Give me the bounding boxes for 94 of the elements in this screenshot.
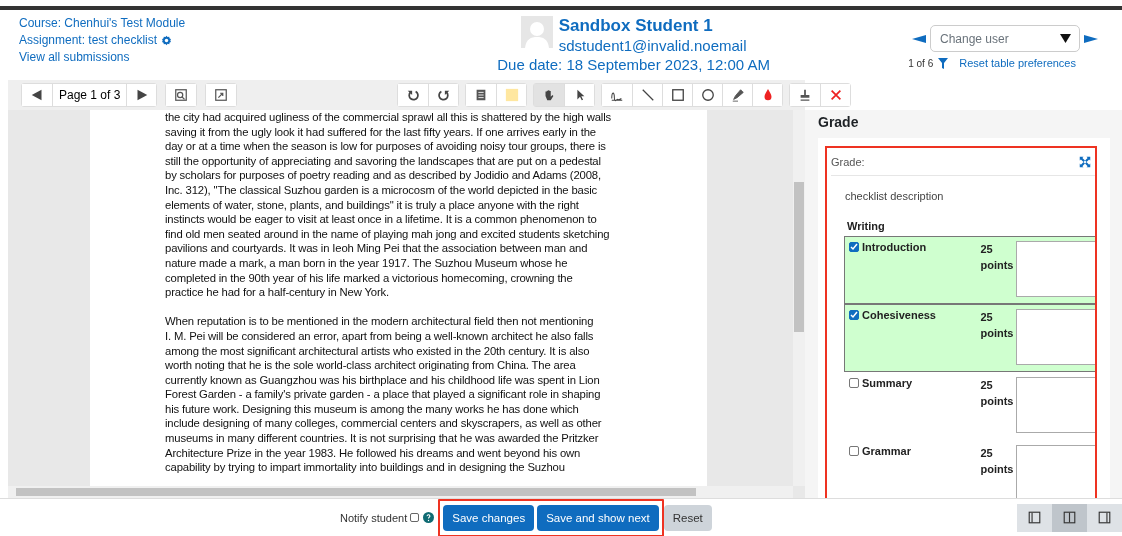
- comment-field[interactable]: [1016, 241, 1095, 297]
- filter-icon: [938, 57, 949, 69]
- item-checkbox[interactable]: [849, 378, 859, 388]
- horizontal-scrollbar[interactable]: [8, 486, 793, 498]
- line-icon: [640, 88, 655, 102]
- item-points: 25 points: [980, 310, 1015, 341]
- grade-heading: Grade: [818, 114, 860, 130]
- tool-button[interactable]: [752, 84, 783, 106]
- highlighter-icon: [730, 88, 745, 102]
- oval-icon: [700, 88, 715, 102]
- layout-icon: [1028, 511, 1041, 524]
- expand-icon: [214, 88, 229, 102]
- item-points: 25 points: [980, 378, 1015, 409]
- document-text-line: worth noting that he is the sole world-class architect originating from China. The area: [165, 358, 577, 373]
- due-date: Due date: 18 September 2023, 12:00 AM: [497, 55, 770, 75]
- help-icon: [423, 512, 435, 523]
- grade-label: Grade:: [831, 155, 865, 168]
- settings-icon: [161, 35, 173, 46]
- document-text-line: day or at a time when the season is low for purposes of avoiding noisy tour groups, there is: [165, 139, 607, 154]
- rotate-left-icon: [406, 88, 421, 102]
- document-text-line: instincts would be eager to visit at least once in a lifetime. It is a common phenomenon to: [165, 212, 598, 227]
- document-text-line: practice he had for a half-century in New York.: [165, 285, 391, 300]
- reset-preferences-link[interactable]: Reset table preferences: [959, 57, 1076, 69]
- notify-checkbox[interactable]: [410, 513, 420, 522]
- document-text-line: museums in many different countries. It is not surprising that he was awarded the Pritzker: [165, 431, 600, 446]
- document-text-line: find old men seated around in the name of playing mah jong and excited students sketching: [165, 226, 611, 242]
- item-name: Introduction: [862, 241, 928, 255]
- color-swatch-icon: [504, 88, 519, 102]
- right-arrow-icon: [135, 89, 148, 101]
- document-text-line: by scholars for purposes of poetry reading and as described by Jodidio and Adams (2008,: [165, 168, 602, 183]
- item-checkbox[interactable]: [849, 310, 859, 320]
- document-text-line: completed in the 90th year of his life marked a victorious homecoming, crowning the: [165, 270, 574, 286]
- document-text-line: the city had acquired ugliness of the commercial sprawl all this is shattered by the high walls: [165, 110, 612, 125]
- document-text-line: his future work. Designing this museum is among the many works he has done which: [165, 401, 580, 417]
- rotate-right-icon: [436, 88, 451, 102]
- comment-field[interactable]: [1016, 377, 1095, 433]
- comment-field[interactable]: [1016, 445, 1095, 498]
- tool-button[interactable]: [428, 84, 459, 106]
- header-link[interactable]: Course: Chenhui's Test Module: [19, 16, 319, 31]
- left-arrow-icon: [31, 89, 43, 101]
- document-text-line: pavilions and courtyards. It was in Ieoh Ming Pei that the association between man and: [165, 241, 589, 256]
- tool-button[interactable]: [820, 84, 851, 106]
- vertical-scrollbar[interactable]: [793, 110, 805, 486]
- tool-button[interactable]: [534, 84, 565, 106]
- document-text-line: include designing of many colleges, commercial centers and skyscrapers, as well as other: [165, 416, 603, 432]
- next-user-icon: [1084, 33, 1098, 44]
- layout-button[interactable]: [1052, 503, 1087, 532]
- header-link[interactable]: Assignment: test checklist: [19, 33, 319, 48]
- criterion-group-title: Writing: [847, 220, 886, 232]
- previous-user-icon: [912, 33, 926, 44]
- user-count: 1 of 6: [908, 57, 934, 69]
- document-text-line: nature made a mark, a man born in the year 1917. The Suzhou Museum whose he: [165, 255, 569, 271]
- document-text-line: When reputation is to be mentioned in the modern architectural field then not mentioning: [165, 314, 595, 329]
- reset-button[interactable]: Reset: [663, 504, 712, 531]
- caret-icon: [1060, 34, 1071, 43]
- layout-button[interactable]: [1087, 503, 1122, 532]
- delete-icon: [828, 88, 843, 102]
- save-button[interactable]: Save and show next: [537, 504, 659, 531]
- search-button[interactable]: [166, 84, 197, 106]
- document-text-line: Forest Garden - a family's private garden - a place that played a significant role in shaping: [165, 387, 602, 402]
- search-page-icon: [174, 88, 189, 102]
- layout-button[interactable]: [1017, 503, 1052, 532]
- document-text-line: Inc. 312), "The classical Suzhou garden is a microcosm of the world depicted in the basic: [165, 182, 599, 198]
- avatar-icon: [520, 16, 553, 48]
- student-email: sdstudent1@invalid.noemail: [558, 36, 747, 55]
- comment-field[interactable]: [1016, 309, 1095, 365]
- document-text-line: currently known as Guangzhou was his birthplace and his childhood life was spent in Lion: [165, 372, 601, 388]
- item-points: 25 points: [980, 242, 1015, 273]
- student-name[interactable]: Sandbox Student 1: [558, 16, 747, 36]
- document-text-line: among the most significant architectural artists who existed in the 20th century. It is also: [165, 343, 591, 359]
- tool-button[interactable]: [564, 84, 595, 106]
- layout-icon: [1098, 511, 1111, 524]
- layout-icon: [1063, 511, 1076, 524]
- item-checkbox[interactable]: [849, 446, 859, 456]
- item-name: Summary: [862, 377, 914, 391]
- document-text-line: capability by trying to impart immortality into buildings and in designing the Suzhou: [165, 460, 566, 475]
- document-text-line: saving it from the ugly look it had suffered for the last fifty years. If one arrives early in the: [165, 124, 597, 140]
- header-link[interactable]: View all submissions: [19, 50, 319, 65]
- next-page-button[interactable]: [126, 84, 157, 106]
- item-name: Grammar: [862, 445, 912, 459]
- rectangle-icon: [670, 88, 685, 102]
- change-user-select[interactable]: Change user: [930, 25, 1080, 52]
- document-text-line: elements of water, stone, plants, and buildings" it is truly a place anyone with the right: [165, 197, 580, 213]
- save-button[interactable]: Save changes: [443, 504, 535, 531]
- notify-label: Notify student: [340, 511, 408, 524]
- item-name: Cohesiveness: [862, 309, 937, 323]
- document-text-line: I. M. Pei will be considered an error, apart from being a well-known architect he also falls: [165, 328, 595, 344]
- document-text-line: still the opportunity of appreciating and savoring the landscapes that are put on a pedestal: [165, 153, 602, 169]
- document-text-line: Architecture Prize in the year 1983. He followed his dreams and went beyond his own: [165, 445, 582, 461]
- item-checkbox[interactable]: [849, 242, 859, 252]
- fullscreen-icon: [1079, 155, 1091, 168]
- item-points: 25 points: [980, 446, 1015, 477]
- expand-button[interactable]: [206, 84, 237, 106]
- checklist-description: checklist description: [845, 190, 945, 202]
